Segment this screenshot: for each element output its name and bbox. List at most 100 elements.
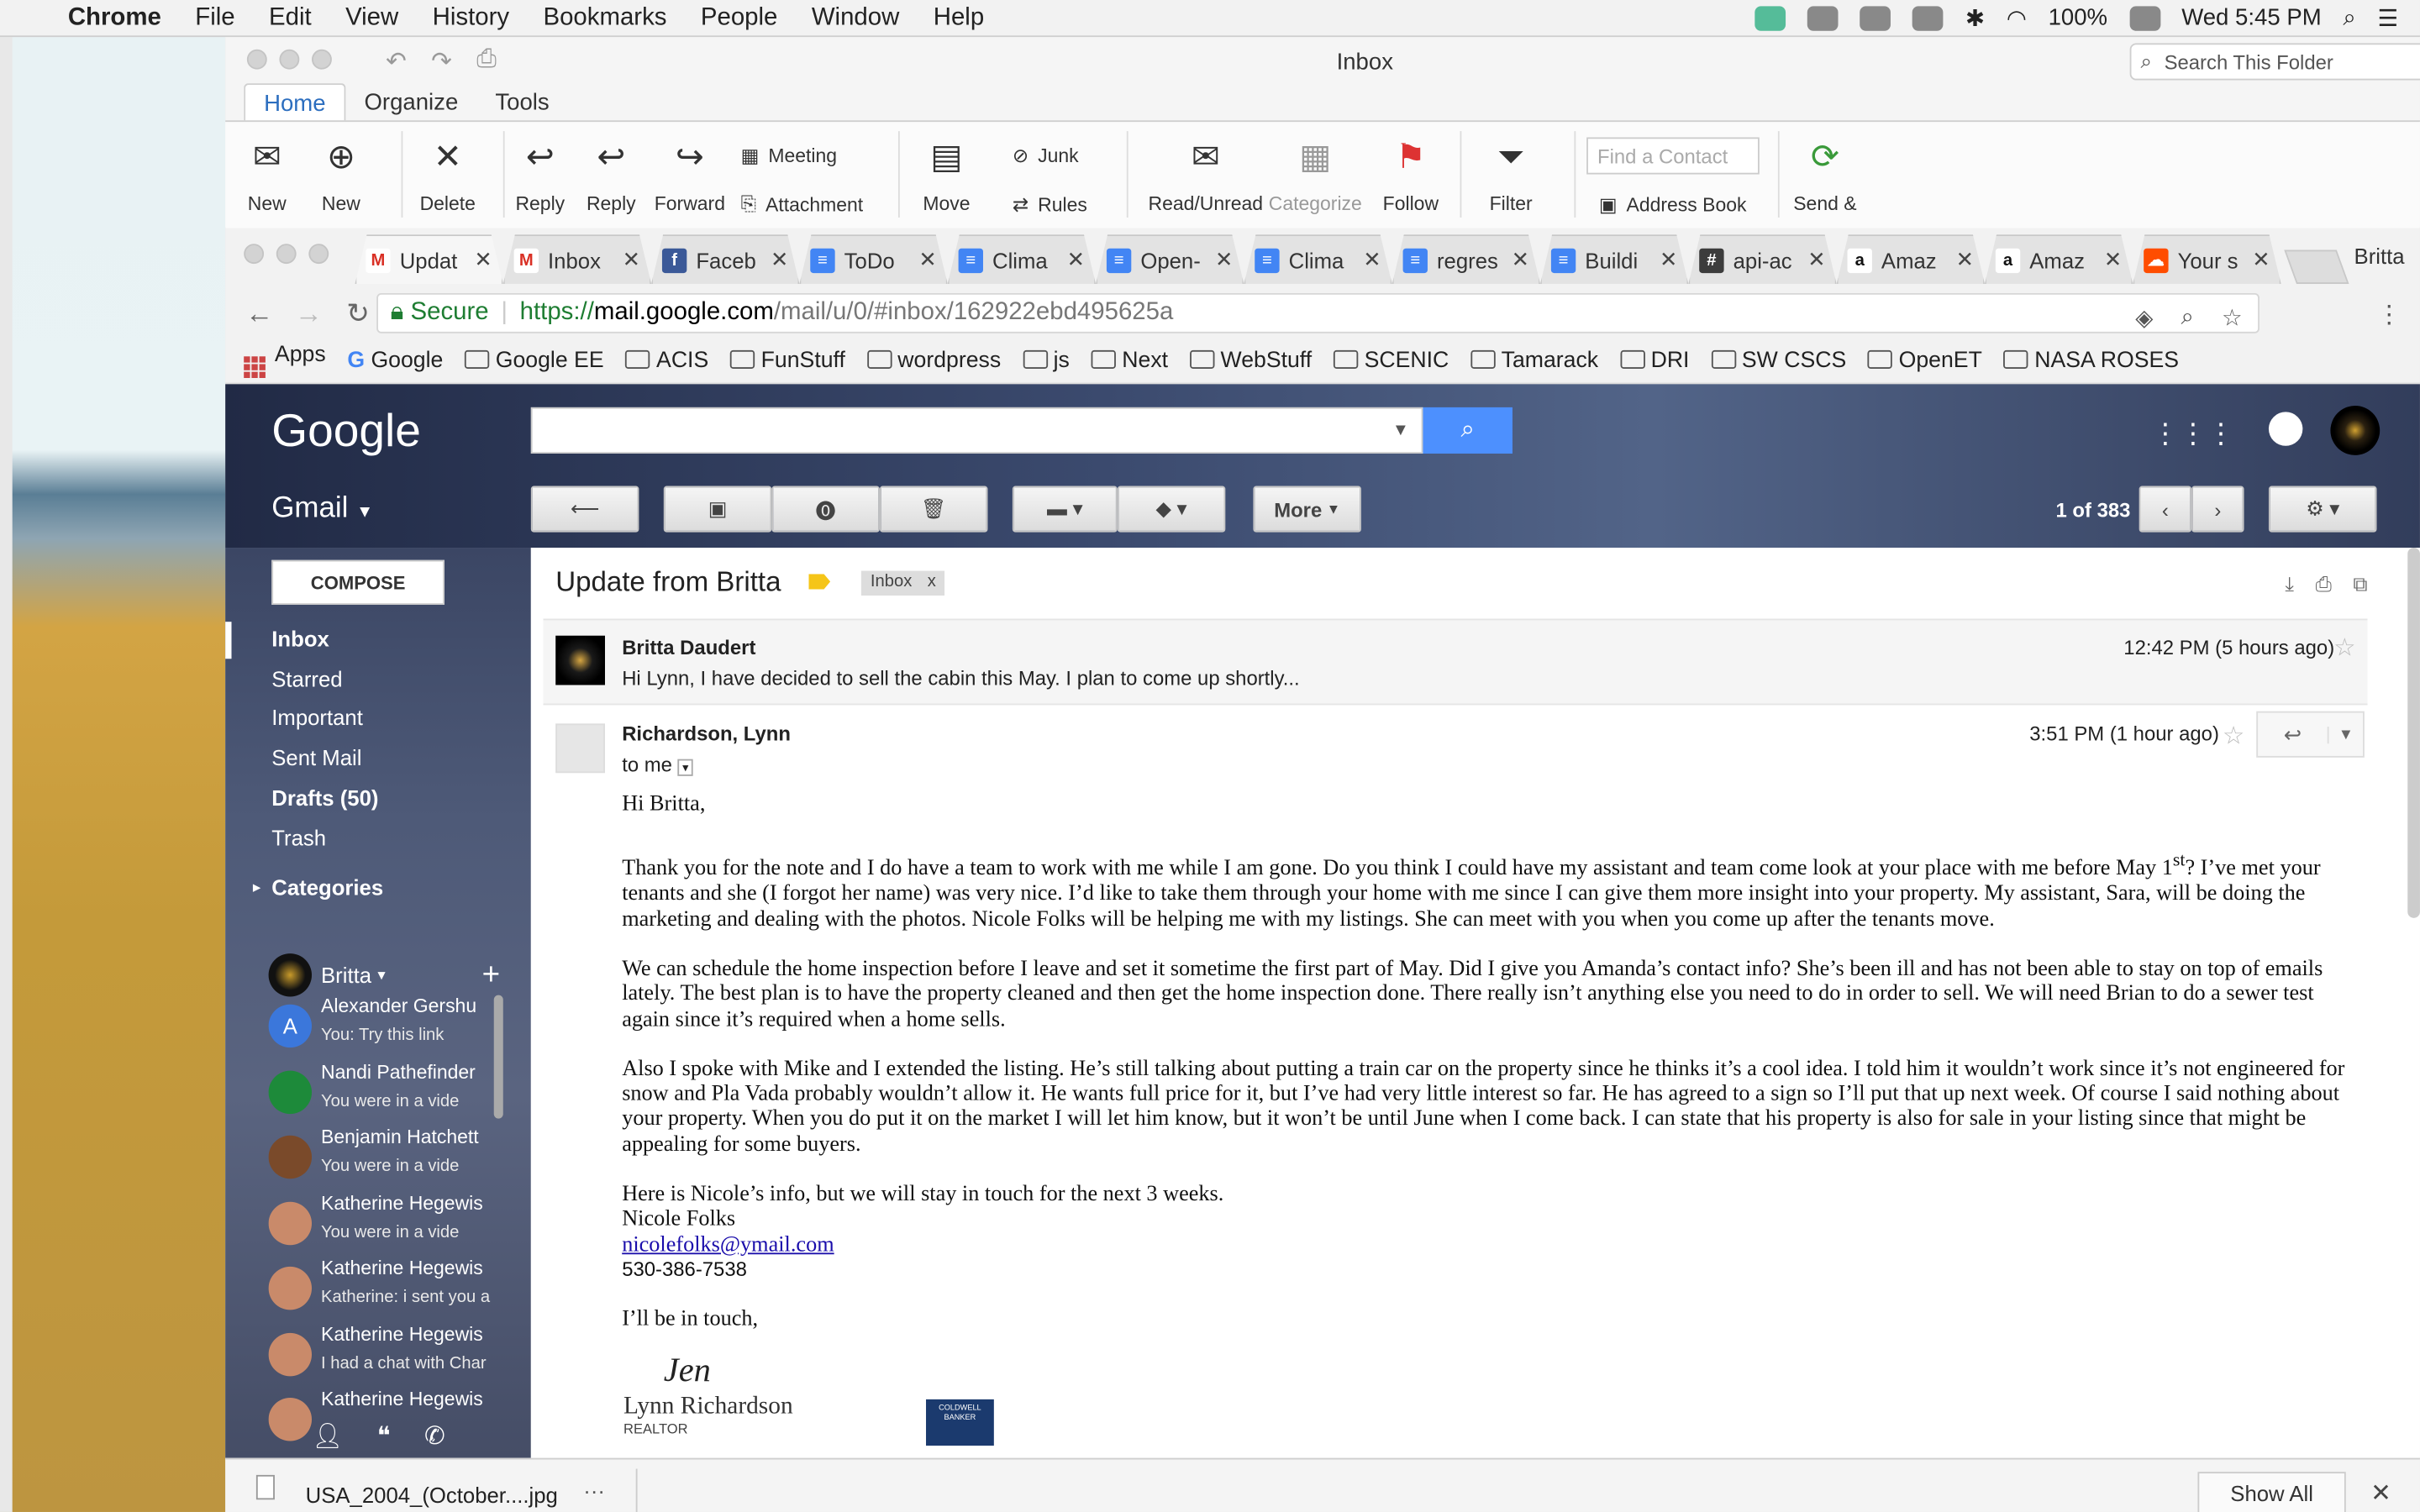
tab-organize[interactable]: Organize: [345, 83, 476, 122]
chat-item[interactable]: Katherine Hegewis I had a chat with Char: [268, 1323, 501, 1384]
tab-7[interactable]: ≡ regres ✕: [1392, 234, 1541, 284]
cloud-sync-icon[interactable]: [1755, 5, 1786, 30]
nav-important[interactable]: Important: [271, 705, 363, 729]
menu-file[interactable]: File: [195, 4, 234, 32]
back-to-inbox-button[interactable]: ⟵: [530, 486, 639, 533]
filter-button[interactable]: ⏷ Filter: [1488, 134, 1534, 214]
move-button[interactable]: ▤ Move: [923, 134, 970, 214]
undo-icon[interactable]: ↶: [386, 46, 407, 77]
more-button[interactable]: More ▼: [1253, 486, 1361, 533]
delete-button[interactable]: ✕ Delete: [420, 134, 476, 214]
close-button[interactable]: [244, 244, 265, 265]
gear-status-icon[interactable]: [1912, 5, 1944, 30]
bluetooth-icon[interactable]: ✱: [1965, 4, 1985, 31]
minimize-button[interactable]: [276, 244, 297, 265]
hangouts-icon[interactable]: ❝: [377, 1421, 391, 1452]
page-scrollbar[interactable]: [2407, 548, 2420, 918]
menu-history[interactable]: History: [433, 4, 509, 32]
find-contact-input[interactable]: Find a Contact: [1586, 137, 1760, 175]
bookmark-4[interactable]: FunStuff: [729, 348, 845, 373]
close-tab-icon[interactable]: ✕: [474, 247, 492, 273]
newer-button[interactable]: ‹: [2139, 486, 2192, 533]
close-tab-icon[interactable]: ✕: [623, 247, 641, 273]
tab-tools[interactable]: Tools: [476, 83, 567, 122]
meeting-button[interactable]: ▦ Meeting: [741, 144, 837, 167]
address-book-button[interactable]: ▣ Address Book: [1599, 193, 1747, 217]
bookmark-2[interactable]: Google EE: [465, 348, 604, 373]
tab-3[interactable]: ≡ ToDo ✕: [799, 234, 948, 284]
tab-1[interactable]: M Inbox ✕: [502, 234, 652, 284]
bookmark-5[interactable]: wordpress: [866, 348, 1001, 373]
bookmark-1[interactable]: G Google: [347, 348, 443, 372]
older-button[interactable]: ›: [2191, 486, 2244, 533]
phone-icon[interactable]: ✆: [424, 1421, 445, 1452]
folder-search-input[interactable]: ⌕ Search This Folder: [2129, 43, 2420, 81]
close-download-bar-icon[interactable]: ✕: [2370, 1478, 2391, 1509]
print-all-icon[interactable]: ⎙: [2316, 572, 2332, 596]
chat-item[interactable]: Benjamin Hatchett You were in a vide: [268, 1126, 501, 1188]
close-button[interactable]: [246, 49, 267, 70]
rules-button[interactable]: ⇄ Rules: [1013, 193, 1087, 217]
bookmark-star-icon[interactable]: ☆: [2222, 304, 2243, 332]
tab-5[interactable]: ≡ Open- ✕: [1096, 234, 1244, 284]
close-tab-icon[interactable]: ✕: [1363, 247, 1381, 273]
close-tab-icon[interactable]: ✕: [1512, 247, 1530, 273]
delete-button[interactable]: 🗑︎: [879, 486, 988, 533]
collapsed-message[interactable]: Britta Daudert Hi Lynn, I have decided t…: [543, 618, 2368, 706]
bookmark-8[interactable]: WebStuff: [1189, 348, 1312, 373]
bookmark-12[interactable]: SW CSCS: [1711, 348, 1846, 373]
chat-item[interactable]: A Alexander Gershu You: Try this link: [268, 995, 501, 1057]
nav-sent-mail[interactable]: Sent Mail: [271, 745, 361, 769]
forward-button[interactable]: ↪ Forward: [655, 134, 725, 214]
new-tab-button[interactable]: [2284, 249, 2349, 284]
bookmark-14[interactable]: NASA ROSES: [2003, 348, 2179, 373]
person-icon[interactable]: 👤︎: [312, 1421, 343, 1452]
redo-icon[interactable]: ↷: [431, 46, 452, 77]
extension-icon[interactable]: ◈: [2135, 304, 2153, 332]
zoom-button[interactable]: [312, 49, 332, 70]
bookmark-7[interactable]: Next: [1091, 348, 1168, 373]
sender-name[interactable]: Richardson, Lynn: [622, 722, 791, 746]
follow-up-button[interactable]: ⚑ Follow: [1383, 134, 1439, 214]
nav-trash[interactable]: Trash: [271, 826, 326, 850]
mail-search-input[interactable]: ▼: [530, 407, 1423, 454]
notifications-icon[interactable]: [2268, 412, 2303, 446]
report-spam-button[interactable]: ⓿: [771, 486, 880, 533]
tab-4[interactable]: ≡ Clima ✕: [947, 234, 1097, 284]
tab-6[interactable]: ≡ Clima ✕: [1244, 234, 1392, 284]
tab-home[interactable]: Home: [244, 83, 346, 123]
tab-8[interactable]: ≡ Buildi ✕: [1540, 234, 1689, 284]
mail-tracker-icon[interactable]: [1807, 5, 1839, 30]
notification-center-icon[interactable]: ☰: [2378, 4, 2399, 31]
show-all-button[interactable]: Show All: [2197, 1472, 2346, 1512]
new-email-button[interactable]: ✉ New: [244, 134, 290, 214]
close-tab-icon[interactable]: ✕: [771, 247, 789, 273]
bookmark-6[interactable]: js: [1022, 348, 1070, 373]
close-tab-icon[interactable]: ✕: [1215, 247, 1234, 273]
search-options-icon[interactable]: ▼: [1392, 421, 1409, 439]
menu-app-name[interactable]: Chrome: [68, 4, 161, 32]
star-icon[interactable]: ☆: [2223, 721, 2244, 752]
tab-11[interactable]: a Amaz ✕: [1984, 234, 2133, 284]
hangouts-user[interactable]: Britta ▾ +: [268, 952, 500, 998]
minimize-button[interactable]: [279, 49, 300, 70]
secure-lock[interactable]: 🔒︎ Secure: [391, 299, 489, 327]
labels-button[interactable]: ◆ ▾: [1117, 486, 1226, 533]
chrome-menu-icon[interactable]: ⋮: [2377, 299, 2402, 330]
menu-window[interactable]: Window: [812, 4, 900, 32]
close-tab-icon[interactable]: ✕: [1067, 247, 1086, 273]
zoom-button[interactable]: [308, 244, 329, 265]
recipient-line[interactable]: to me ▾: [622, 753, 693, 776]
categorize-button[interactable]: ▦ Categorize: [1269, 134, 1362, 214]
menu-people[interactable]: People: [701, 4, 778, 32]
details-caret-icon[interactable]: ▾: [677, 759, 693, 776]
forward-icon[interactable]: →: [293, 297, 324, 330]
close-tab-icon[interactable]: ✕: [1807, 247, 1826, 273]
close-tab-icon[interactable]: ✕: [2252, 247, 2270, 273]
nav-inbox[interactable]: Inbox: [271, 627, 329, 651]
menu-edit[interactable]: Edit: [269, 4, 312, 32]
reply-button[interactable]: ↩ Reply: [515, 134, 565, 214]
compose-button[interactable]: COMPOSE: [271, 559, 445, 605]
junk-button[interactable]: ⊘ Junk: [1013, 144, 1079, 167]
reply-all-button[interactable]: ↩ Reply: [587, 134, 636, 214]
